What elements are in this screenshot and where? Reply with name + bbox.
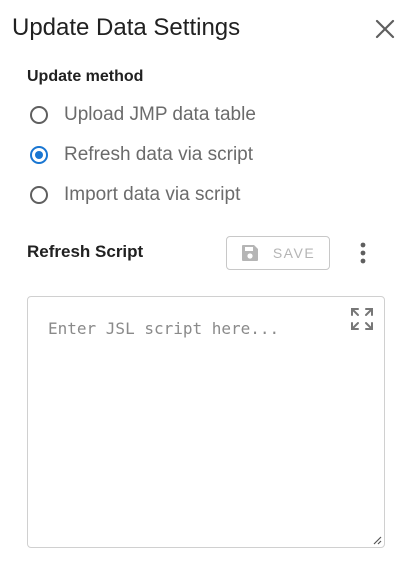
update-data-settings-dialog: Update Data Settings Update method Uploa… [0, 0, 411, 569]
dialog-title: Update Data Settings [12, 14, 241, 41]
close-icon [375, 19, 395, 39]
more-vert-icon [360, 242, 366, 264]
script-editor [27, 296, 385, 548]
radio-unchecked-icon[interactable] [30, 106, 48, 124]
save-icon [241, 245, 258, 261]
radio-label: Upload JMP data table [64, 104, 256, 125]
radio-refresh-data-via-script[interactable]: Refresh data via script [30, 142, 253, 168]
update-method-label: Update method [27, 68, 144, 85]
radio-label: Refresh data via script [64, 144, 254, 165]
radio-label: Import data via script [64, 184, 241, 205]
save-button[interactable]: SAVE [226, 236, 330, 270]
radio-upload-jmp-data-table[interactable]: Upload JMP data table [30, 102, 256, 128]
radio-unchecked-icon[interactable] [30, 186, 48, 204]
refresh-script-label: Refresh Script [27, 242, 144, 261]
expand-button[interactable] [349, 306, 375, 332]
more-options-button[interactable] [352, 238, 374, 268]
radio-import-data-via-script[interactable]: Import data via script [30, 182, 240, 208]
script-input[interactable] [28, 297, 384, 547]
save-button-label: SAVE [272, 245, 316, 261]
expand-icon [351, 308, 373, 330]
radio-checked-icon[interactable] [30, 146, 48, 164]
close-button[interactable] [370, 14, 400, 44]
resize-handle-icon[interactable] [372, 535, 382, 545]
